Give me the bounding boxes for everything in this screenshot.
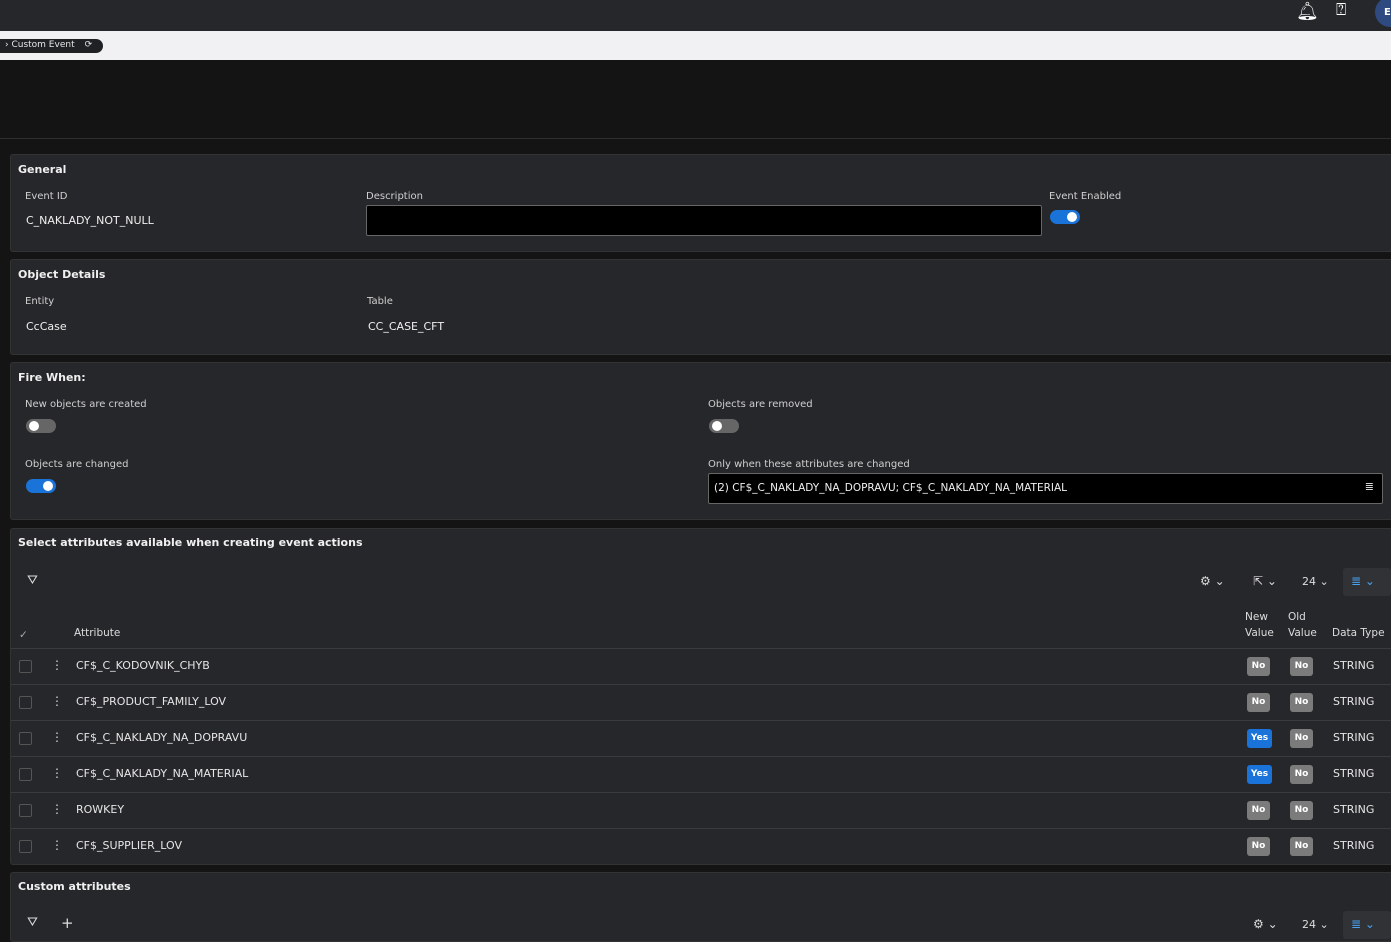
section-title: Fire When:	[18, 371, 86, 384]
page-size-value: 24	[1302, 918, 1316, 931]
removed-label: Objects are removed	[708, 399, 813, 410]
more-options-icon[interactable]: ⋮	[51, 658, 63, 672]
description-label: Description	[366, 191, 423, 202]
description-input[interactable]	[366, 205, 1042, 236]
attributes-panel: Select attributes available when creatin…	[10, 528, 1391, 865]
data-type: STRING	[1333, 767, 1375, 780]
old-value-badge[interactable]: No	[1290, 765, 1313, 784]
new-value-badge[interactable]: Yes	[1247, 729, 1272, 748]
page-size-select[interactable]: 24 ⌄	[1302, 575, 1329, 588]
row-checkbox[interactable]	[19, 696, 32, 709]
more-options-icon[interactable]: ⋮	[51, 730, 63, 744]
table-label: Table	[367, 296, 393, 307]
attribute-name: CF$_C_NAKLADY_NA_DOPRAVU	[76, 731, 248, 744]
bell-icon[interactable]: 🔔︎	[1296, 1, 1319, 25]
data-type: STRING	[1333, 839, 1375, 852]
old-value-badge[interactable]: No	[1290, 729, 1313, 748]
general-panel: General Event ID C_NAKLADY_NOT_NULL Desc…	[10, 154, 1391, 252]
old-value-badge[interactable]: No	[1290, 837, 1313, 856]
only-when-label: Only when these attributes are changed	[708, 459, 910, 470]
help-icon[interactable]: ⍰	[1336, 0, 1346, 24]
new-value-badge[interactable]: No	[1247, 801, 1270, 820]
more-options-icon[interactable]: ⋮	[51, 694, 63, 708]
attributes-select[interactable]: (2) CF$_C_NAKLADY_NA_DOPRAVU; CF$_C_NAKL…	[708, 473, 1383, 504]
old-value-badge[interactable]: No	[1290, 657, 1313, 676]
column-header-old-value[interactable]: Old Value	[1288, 609, 1324, 641]
breadcrumb[interactable]: › Custom Event ⟳	[0, 39, 103, 53]
attribute-name: CF$_C_KODOVNIK_CHYB	[76, 659, 210, 672]
row-checkbox[interactable]	[19, 768, 32, 781]
event-id-value: C_NAKLADY_NOT_NULL	[26, 214, 154, 227]
add-icon[interactable]: +	[61, 914, 74, 932]
data-type: STRING	[1333, 803, 1375, 816]
table-row[interactable]: ⋮ CF$_SUPPLIER_LOV No No STRING	[11, 828, 1391, 864]
removed-toggle[interactable]	[709, 419, 739, 433]
export-icon[interactable]: ⇱ ⌄	[1253, 574, 1277, 588]
select-all-checkbox[interactable]: ✓	[19, 627, 28, 643]
table-row[interactable]: ⋮ CF$_C_NAKLADY_NA_DOPRAVU Yes No STRING	[11, 720, 1391, 756]
event-id-label: Event ID	[25, 191, 68, 202]
column-header-attribute[interactable]: Attribute	[74, 625, 120, 641]
new-value-badge[interactable]: No	[1247, 693, 1270, 712]
attribute-name: CF$_SUPPLIER_LOV	[76, 839, 182, 852]
attributes-select-value: (2) CF$_C_NAKLADY_NA_DOPRAVU; CF$_C_NAKL…	[714, 482, 1068, 494]
new-value-badge[interactable]: No	[1247, 657, 1270, 676]
section-title: Select attributes available when creatin…	[18, 536, 363, 549]
row-checkbox[interactable]	[19, 660, 32, 673]
more-options-icon[interactable]: ⋮	[51, 802, 63, 816]
data-type: STRING	[1333, 731, 1375, 744]
old-value-badge[interactable]: No	[1290, 801, 1313, 820]
table-row[interactable]: ⋮ CF$_C_KODOVNIK_CHYB No No STRING	[11, 648, 1391, 684]
section-title: Object Details	[18, 268, 106, 281]
changed-label: Objects are changed	[25, 459, 129, 470]
event-enabled-label: Event Enabled	[1049, 191, 1122, 202]
event-enabled-toggle[interactable]	[1050, 210, 1080, 224]
new-value-badge[interactable]: No	[1247, 837, 1270, 856]
new-value-badge[interactable]: Yes	[1247, 765, 1272, 784]
created-toggle[interactable]	[26, 419, 56, 433]
changed-toggle[interactable]	[26, 479, 56, 493]
attribute-name: CF$_PRODUCT_FAMILY_LOV	[76, 695, 227, 708]
more-options-icon[interactable]: ⋮	[51, 838, 63, 852]
breadcrumb-bar	[0, 31, 1391, 60]
page-size-value: 24	[1302, 575, 1316, 588]
entity-label: Entity	[25, 296, 55, 307]
section-title: Custom attributes	[18, 880, 131, 893]
top-bar: 🔔︎ ⍰ E	[0, 0, 1391, 31]
breadcrumb-label: Custom Event	[11, 40, 75, 50]
refresh-icon[interactable]: ⟳	[85, 40, 93, 50]
view-toggle-button[interactable]: ≣ ⌄	[1343, 568, 1391, 596]
created-label: New objects are created	[25, 399, 147, 410]
section-title: General	[18, 163, 67, 176]
column-header-new-value[interactable]: New Value	[1245, 609, 1281, 641]
row-checkbox[interactable]	[19, 804, 32, 817]
table-row[interactable]: ⋮ CF$_PRODUCT_FAMILY_LOV No No STRING	[11, 684, 1391, 720]
table-value: CC_CASE_CFT	[368, 320, 445, 333]
view-toggle-button[interactable]: ≣ ⌄	[1343, 911, 1391, 939]
custom-attributes-panel: Custom attributes ⛛ + ⚙ ⌄ 24 ⌄ ≣ ⌄	[10, 872, 1391, 942]
data-type: STRING	[1333, 659, 1375, 672]
more-options-icon[interactable]: ⋮	[51, 766, 63, 780]
avatar[interactable]: E	[1375, 0, 1391, 27]
table-row[interactable]: ⋮ ROWKEY No No STRING	[11, 792, 1391, 828]
data-type: STRING	[1333, 695, 1375, 708]
list-icon[interactable]: ≣	[1365, 480, 1374, 493]
object-details-panel: Object Details Entity CcCase Table CC_CA…	[10, 259, 1391, 355]
row-checkbox[interactable]	[19, 840, 32, 853]
column-header-data-type[interactable]: Data Type	[1332, 625, 1385, 641]
entity-value: CcCase	[26, 320, 67, 333]
fire-when-panel: Fire When: New objects are created Objec…	[10, 362, 1391, 520]
filter-icon[interactable]: ⛛	[27, 573, 38, 588]
old-value-badge[interactable]: No	[1290, 693, 1313, 712]
page-size-select[interactable]: 24 ⌄	[1302, 918, 1329, 931]
attribute-name: CF$_C_NAKLADY_NA_MATERIAL	[76, 767, 249, 780]
row-checkbox[interactable]	[19, 732, 32, 745]
filter-icon[interactable]: ⛛	[27, 915, 38, 930]
divider	[0, 138, 1391, 139]
table-row[interactable]: ⋮ CF$_C_NAKLADY_NA_MATERIAL Yes No STRIN…	[11, 756, 1391, 792]
attribute-name: ROWKEY	[76, 803, 125, 816]
settings-icon[interactable]: ⚙ ⌄	[1200, 574, 1225, 588]
